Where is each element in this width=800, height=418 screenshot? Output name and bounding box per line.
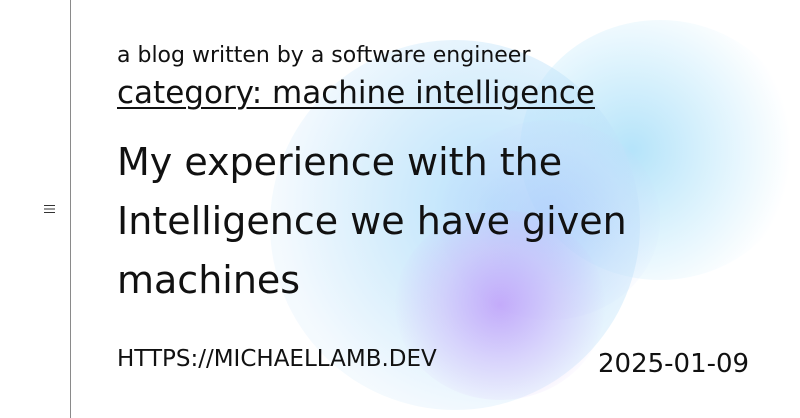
category-link[interactable]: category: machine intelligence [117,74,595,112]
post-title: My experience with the Intelligence we h… [117,140,627,302]
post-date: 2025-01-09 [598,349,750,379]
blog-card: a blog written by a software engineer ca… [0,0,800,418]
menu-button[interactable] [40,199,58,219]
blog-tagline: a blog written by a software engineer [117,43,531,68]
hamburger-menu-icon [43,205,55,213]
site-url-link[interactable]: HTTPS://MICHAELLAMB.DEV [117,344,437,374]
sidebar-divider [70,0,71,418]
